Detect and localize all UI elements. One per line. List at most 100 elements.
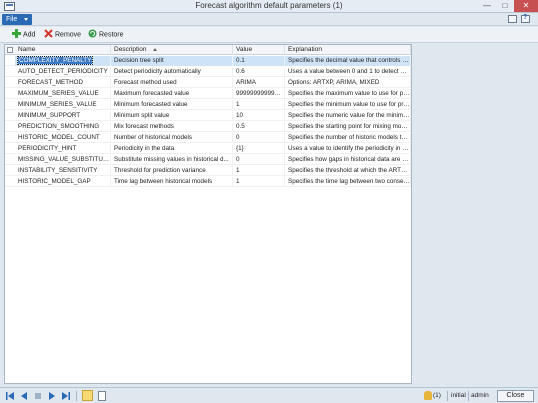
column-header-description[interactable]: Description bbox=[111, 45, 233, 55]
stop-icon[interactable] bbox=[34, 392, 42, 400]
table-row[interactable]: FORECAST_METHOD Forecast method used ARI… bbox=[5, 78, 411, 88]
company-label[interactable]: initial bbox=[451, 391, 466, 401]
cell-name[interactable]: MISSING_VALUE_SUBSTITUTI... bbox=[15, 155, 111, 165]
cell-value[interactable]: 1 bbox=[233, 166, 285, 176]
grid-header: Name Description Value Explanation bbox=[5, 45, 411, 55]
cell-name[interactable]: MAXIMUM_SERIES_VALUE bbox=[15, 89, 111, 99]
cell-description[interactable]: Maximum forecasted value bbox=[111, 89, 233, 99]
previous-record-icon[interactable] bbox=[20, 392, 28, 400]
table-row[interactable]: AUTO_DETECT_PERIODICITY Detect periodici… bbox=[5, 67, 411, 77]
bell-icon[interactable] bbox=[424, 391, 432, 400]
cell-value[interactable]: 9999999999999... bbox=[233, 89, 285, 99]
cell-explanation[interactable]: Uses a value to identify the periodicity… bbox=[285, 144, 411, 154]
cell-value[interactable]: ARIMA bbox=[233, 78, 285, 88]
restore-label: Restore bbox=[99, 31, 124, 39]
remove-button[interactable]: Remove bbox=[44, 29, 82, 40]
minimize-button[interactable]: — bbox=[478, 0, 496, 12]
next-record-icon[interactable] bbox=[48, 392, 56, 400]
cell-description[interactable]: Threshold for prediction variance bbox=[111, 166, 233, 176]
cell-value[interactable]: 1 bbox=[233, 177, 285, 187]
cell-name[interactable]: MINIMUM_SERIES_VALUE bbox=[15, 100, 111, 110]
cell-explanation[interactable]: Specifies the minimum value to use for p… bbox=[285, 100, 411, 110]
cell-value[interactable]: 0.6 bbox=[233, 67, 285, 77]
cell-description[interactable]: Minimum forecasted value bbox=[111, 100, 233, 110]
options-icon[interactable] bbox=[508, 15, 517, 23]
cell-description[interactable]: Number of historical models bbox=[111, 133, 233, 143]
table-row[interactable]: MAXIMUM_SERIES_VALUE Maximum forecasted … bbox=[5, 89, 411, 99]
cell-value[interactable]: 10 bbox=[233, 111, 285, 121]
first-record-icon[interactable] bbox=[6, 392, 14, 400]
cell-description[interactable]: Time lag between historical models bbox=[111, 177, 233, 187]
window-icon bbox=[4, 2, 15, 11]
cell-explanation[interactable]: Specifies the starting point for mixing … bbox=[285, 122, 411, 132]
cell-description[interactable]: Minimum split value bbox=[111, 111, 233, 121]
cell-explanation[interactable]: Uses a value between 0 and 1 to detect p… bbox=[285, 67, 411, 77]
remove-icon bbox=[44, 29, 53, 38]
cell-name[interactable]: FORECAST_METHOD bbox=[15, 78, 111, 88]
status-bar: (1) initial admin Close bbox=[0, 387, 538, 403]
window-close-button[interactable]: ✕ bbox=[514, 0, 538, 12]
cell-value[interactable]: 0.1 bbox=[233, 56, 285, 66]
cell-description[interactable]: Periodicity in the data bbox=[111, 144, 233, 154]
last-record-icon[interactable] bbox=[62, 392, 70, 400]
close-button[interactable]: Close bbox=[497, 390, 534, 402]
cell-name[interactable]: AUTO_DETECT_PERIODICITY bbox=[15, 67, 111, 77]
cell-explanation[interactable]: Specifies how gaps in historical data ar… bbox=[285, 155, 411, 165]
menu-bar: File bbox=[0, 13, 538, 26]
table-row[interactable]: PERIODICITY_HINT Periodicity in the data… bbox=[5, 144, 411, 154]
cell-name[interactable]: INSTABILITY_SENSITIVITY bbox=[15, 166, 111, 176]
select-all-checkbox[interactable] bbox=[7, 47, 13, 53]
cell-name[interactable]: HISTORIC_MODEL_COUNT bbox=[15, 133, 111, 143]
column-header-value[interactable]: Value bbox=[233, 45, 285, 55]
alerts-count[interactable]: (1) bbox=[433, 391, 441, 401]
cell-explanation[interactable]: Specifies the number of historic models … bbox=[285, 133, 411, 143]
cell-name[interactable]: COMPLEXITY_PENALTY bbox=[15, 56, 111, 66]
table-row[interactable]: COMPLEXITY_PENALTY Decision tree split 0… bbox=[5, 56, 411, 66]
user-label[interactable]: admin bbox=[471, 391, 489, 401]
remove-label: Remove bbox=[55, 31, 82, 39]
table-row[interactable]: HISTORIC_MODEL_COUNT Number of historica… bbox=[5, 133, 411, 143]
cell-explanation[interactable]: Specifies the threshold at which the ART… bbox=[285, 166, 411, 176]
cell-name[interactable]: PERIODICITY_HINT bbox=[15, 144, 111, 154]
status-divider bbox=[468, 391, 469, 401]
cell-value[interactable]: 0 bbox=[233, 133, 285, 143]
table-row[interactable]: PREDICTION_SMOOTHING Mix forecast method… bbox=[5, 122, 411, 132]
table-row[interactable]: MINIMUM_SUPPORT Minimum split value 10 S… bbox=[5, 111, 411, 121]
cell-name[interactable]: PREDICTION_SMOOTHING bbox=[15, 122, 111, 132]
right-pane bbox=[414, 44, 538, 384]
cell-description[interactable]: Substitute missing values in historical … bbox=[111, 155, 233, 165]
add-icon bbox=[12, 29, 21, 38]
cell-description[interactable]: Mix forecast methods bbox=[111, 122, 233, 132]
file-menu[interactable]: File bbox=[2, 14, 32, 25]
cell-description[interactable]: Decision tree split bbox=[111, 56, 233, 66]
add-label: Add bbox=[23, 31, 36, 39]
cell-name[interactable]: MINIMUM_SUPPORT bbox=[15, 111, 111, 121]
cell-explanation[interactable]: Specifies the decimal value that control… bbox=[285, 56, 411, 66]
table-row[interactable]: MINIMUM_SERIES_VALUE Minimum forecasted … bbox=[5, 100, 411, 110]
cell-value[interactable]: 0 bbox=[233, 155, 285, 165]
help-icon[interactable] bbox=[521, 14, 530, 23]
cell-explanation[interactable]: Options: ARTXP, ARIMA, MIXED bbox=[285, 78, 411, 88]
cell-value[interactable]: {1} bbox=[233, 144, 285, 154]
cell-description[interactable]: Forecast method used bbox=[111, 78, 233, 88]
maximize-button[interactable]: □ bbox=[496, 0, 514, 12]
table-row[interactable]: INSTABILITY_SENSITIVITY Threshold for pr… bbox=[5, 166, 411, 176]
table-row[interactable]: MISSING_VALUE_SUBSTITUTI... Substitute m… bbox=[5, 155, 411, 165]
edit-mode-icon[interactable] bbox=[82, 390, 93, 401]
cell-description[interactable]: Detect periodicity automatically bbox=[111, 67, 233, 77]
add-button[interactable]: Add bbox=[12, 29, 36, 40]
column-header-explanation[interactable]: Explanation bbox=[285, 45, 411, 55]
cell-value[interactable]: 0.5 bbox=[233, 122, 285, 132]
column-header-name[interactable]: Name bbox=[15, 45, 111, 55]
title-bar: Forecast algorithm default parameters (1… bbox=[0, 0, 538, 13]
status-divider bbox=[447, 391, 448, 401]
table-row[interactable]: HISTORIC_MODEL_GAP Time lag between hist… bbox=[5, 177, 411, 187]
document-icon[interactable] bbox=[98, 391, 106, 401]
restore-button[interactable]: Restore bbox=[88, 29, 124, 40]
cell-value[interactable]: 1 bbox=[233, 100, 285, 110]
cell-explanation[interactable]: Specifies the time lag between two conse… bbox=[285, 177, 411, 187]
cell-explanation[interactable]: Specifies the maximum value to use for p… bbox=[285, 89, 411, 99]
cell-name[interactable]: HISTORIC_MODEL_GAP bbox=[15, 177, 111, 187]
cell-explanation[interactable]: Specifies the numeric value for the mini… bbox=[285, 111, 411, 121]
restore-icon bbox=[88, 29, 97, 38]
